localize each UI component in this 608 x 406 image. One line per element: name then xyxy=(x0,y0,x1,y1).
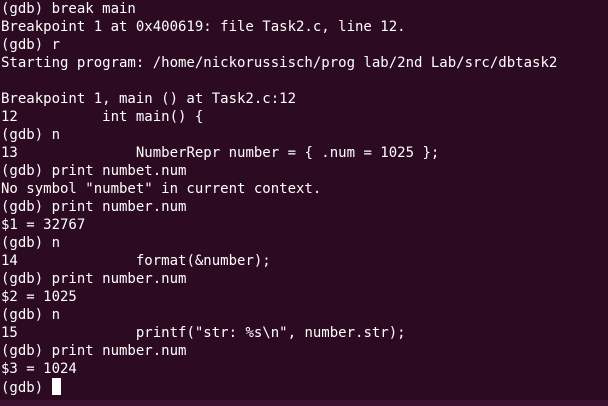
prompt-line[interactable]: (gdb) xyxy=(1,378,608,396)
terminal-line: (gdb) print number.num xyxy=(1,343,187,359)
terminal-window[interactable]: (gdb) break main Breakpoint 1 at 0x40061… xyxy=(0,0,608,406)
terminal-line: (gdb) break main xyxy=(1,1,136,17)
terminal-line: (gdb) print number.num xyxy=(1,271,187,287)
terminal-line: No symbol "numbet" in current context. xyxy=(1,181,322,197)
terminal-line: (gdb) n xyxy=(1,235,61,251)
text-cursor xyxy=(51,378,61,395)
terminal-line: Breakpoint 1 at 0x400619: file Task2.c, … xyxy=(1,19,406,35)
terminal-line: $1 = 32767 xyxy=(1,217,86,233)
terminal-line: 15 printf("str: %s\n", number.str); xyxy=(1,325,406,341)
terminal-line: Starting program: /home/nickorussisch/pr… xyxy=(1,55,558,71)
terminal-line: (gdb) n xyxy=(1,307,61,323)
terminal-line: (gdb) n xyxy=(1,127,61,143)
terminal-line: $3 = 1024 xyxy=(1,361,77,377)
terminal-line: (gdb) print number.num xyxy=(1,199,187,215)
terminal-line: 12 int main() { xyxy=(1,109,204,125)
gdb-prompt: (gdb) xyxy=(1,380,52,396)
terminal-line: (gdb) print numbet.num xyxy=(1,163,187,179)
terminal-line: (gdb) r xyxy=(1,37,61,53)
window-bottom-edge xyxy=(0,400,608,406)
terminal-line: 14 format(&number); xyxy=(1,253,271,269)
terminal-line: Breakpoint 1, main () at Task2.c:12 xyxy=(1,91,297,107)
terminal-line: 13 NumberRepr number = { .num = 1025 }; xyxy=(1,145,440,161)
terminal-line: $2 = 1025 xyxy=(1,289,77,305)
